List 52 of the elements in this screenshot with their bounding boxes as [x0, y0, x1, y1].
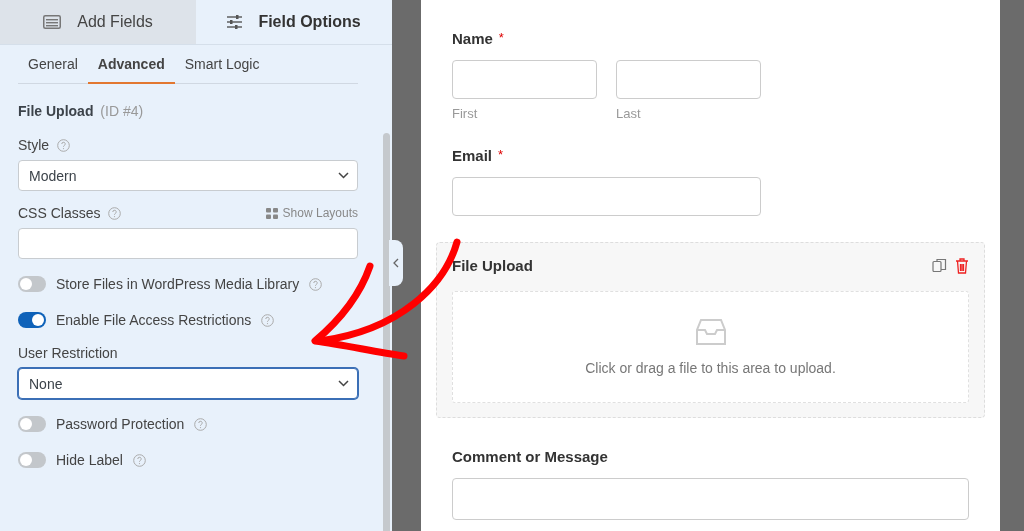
trash-icon[interactable]: [955, 257, 969, 274]
field-id: (ID #4): [100, 103, 144, 119]
help-icon[interactable]: [57, 138, 71, 152]
input-field[interactable]: [616, 60, 761, 99]
toggle-label: Store Files in WordPress Media Library: [56, 276, 300, 292]
chevron-left-icon: [393, 258, 399, 268]
field-label: User Restriction: [18, 345, 118, 361]
inbox-icon: [695, 318, 726, 346]
input-field[interactable]: [452, 60, 597, 99]
toggle-label: Password Protection: [56, 416, 185, 432]
field-label: Email: [452, 147, 493, 164]
list-icon: [43, 15, 62, 29]
required-mark: *: [498, 30, 504, 47]
sublabel: First: [452, 106, 479, 121]
textarea-field[interactable]: [452, 478, 969, 520]
help-icon[interactable]: [194, 417, 208, 431]
field-label: Style: [18, 137, 50, 153]
select-field[interactable]: Modern: [18, 160, 358, 191]
input-field[interactable]: [452, 177, 761, 216]
required-mark: *: [498, 147, 504, 164]
collapse-handle[interactable]: [389, 240, 403, 286]
toggle-switch[interactable]: [18, 276, 46, 292]
sliders-icon: [227, 15, 243, 29]
sub-tab[interactable]: Advanced: [87, 45, 175, 84]
field-label: Comment or Message: [452, 448, 608, 465]
field-label: CSS Classes: [18, 205, 101, 221]
sublabel: Last: [616, 106, 642, 121]
chevron-down-icon: [338, 172, 349, 179]
toggle-switch[interactable]: [18, 452, 46, 468]
upload-field-card[interactable]: File Upload Click or drag a file to this area to upload.: [436, 242, 985, 418]
field-title: File Upload: [18, 103, 94, 119]
field-label: Name: [452, 30, 493, 47]
sub-tab[interactable]: General: [18, 45, 88, 84]
upload-hint: Click or drag a file to this area to upload.: [585, 360, 836, 376]
input-field[interactable]: [18, 228, 358, 259]
toggle-label: Enable File Access Restrictions: [56, 312, 252, 328]
toggle-switch[interactable]: [18, 416, 46, 432]
help-icon[interactable]: [132, 453, 146, 467]
select-field[interactable]: None: [18, 368, 358, 399]
toggle-label: Hide Label: [56, 452, 123, 468]
grid-icon[interactable]: [265, 207, 278, 219]
toggle-switch[interactable]: [18, 312, 46, 328]
panel-tab[interactable]: Add Fields: [0, 0, 196, 44]
sub-tab[interactable]: Smart Logic: [174, 45, 270, 84]
drop-zone[interactable]: Click or drag a file to this area to upload.: [452, 291, 969, 403]
duplicate-icon[interactable]: [932, 258, 947, 273]
help-icon[interactable]: [108, 206, 122, 220]
scrollbar[interactable]: [383, 133, 390, 531]
help-icon[interactable]: [261, 313, 275, 327]
help-icon[interactable]: [309, 277, 323, 291]
field-label: File Upload: [452, 257, 533, 274]
chevron-down-icon: [338, 380, 349, 387]
